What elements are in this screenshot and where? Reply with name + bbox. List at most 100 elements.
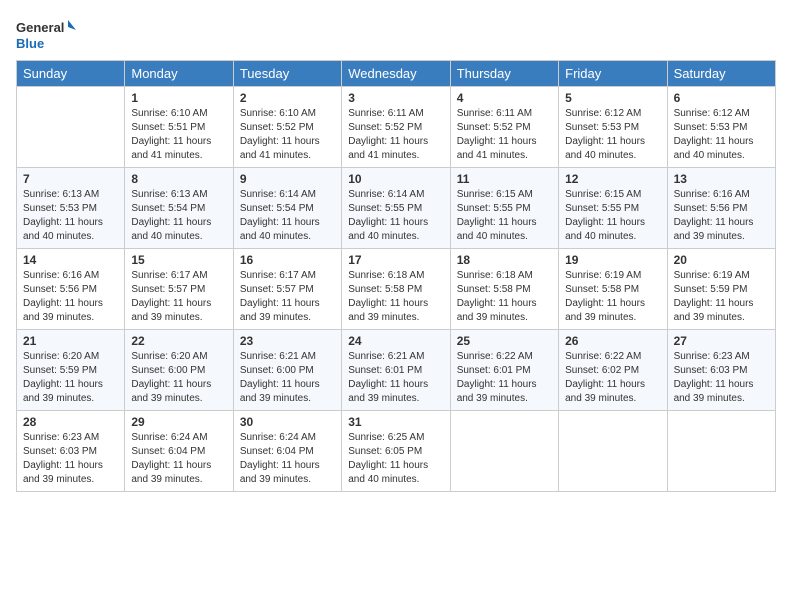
cell-info: Sunrise: 6:15 AM Sunset: 5:55 PM Dayligh… [565,188,660,244]
cell-6: 6 Sunrise: 6:12 AM Sunset: 5:53 PM Dayli… [667,87,775,168]
day-number: 9 [240,172,335,186]
day-number: 26 [565,334,660,348]
sunrise-label: Sunrise: 6:19 AM [565,270,641,281]
cell-3: 3 Sunrise: 6:11 AM Sunset: 5:52 PM Dayli… [342,87,450,168]
logo: General Blue [16,16,76,52]
sunrise-label: Sunrise: 6:22 AM [457,351,533,362]
cell-info: Sunrise: 6:21 AM Sunset: 6:01 PM Dayligh… [348,350,443,406]
day-number: 2 [240,91,335,105]
sunset-label: Sunset: 5:54 PM [240,203,314,214]
cell-info: Sunrise: 6:13 AM Sunset: 5:54 PM Dayligh… [131,188,226,244]
cell-info: Sunrise: 6:20 AM Sunset: 6:00 PM Dayligh… [131,350,226,406]
cell-info: Sunrise: 6:11 AM Sunset: 5:52 PM Dayligh… [348,107,443,163]
svg-text:General: General [16,20,64,35]
day-number: 13 [674,172,769,186]
day-number: 29 [131,415,226,429]
cell-info: Sunrise: 6:16 AM Sunset: 5:56 PM Dayligh… [23,269,118,325]
cell-info: Sunrise: 6:10 AM Sunset: 5:51 PM Dayligh… [131,107,226,163]
sunset-label: Sunset: 5:55 PM [565,203,639,214]
sunrise-label: Sunrise: 6:18 AM [457,270,533,281]
cell-15: 15 Sunrise: 6:17 AM Sunset: 5:57 PM Dayl… [125,249,233,330]
sunrise-label: Sunrise: 6:15 AM [457,189,533,200]
sunset-label: Sunset: 5:59 PM [23,365,97,376]
svg-text:Blue: Blue [16,36,44,51]
cell-1: 1 Sunrise: 6:10 AM Sunset: 5:51 PM Dayli… [125,87,233,168]
day-number: 3 [348,91,443,105]
cell-18: 18 Sunrise: 6:18 AM Sunset: 5:58 PM Dayl… [450,249,558,330]
sunrise-label: Sunrise: 6:24 AM [131,432,207,443]
cell-7: 7 Sunrise: 6:13 AM Sunset: 5:53 PM Dayli… [17,168,125,249]
daylight-label: Daylight: 11 hours and 39 minutes. [457,379,537,404]
sunset-label: Sunset: 5:52 PM [348,122,422,133]
daylight-label: Daylight: 11 hours and 39 minutes. [240,460,320,485]
cell-12: 12 Sunrise: 6:15 AM Sunset: 5:55 PM Dayl… [559,168,667,249]
sunset-label: Sunset: 5:58 PM [457,284,531,295]
cell-5: 5 Sunrise: 6:12 AM Sunset: 5:53 PM Dayli… [559,87,667,168]
cell-info: Sunrise: 6:20 AM Sunset: 5:59 PM Dayligh… [23,350,118,406]
header-row: SundayMondayTuesdayWednesdayThursdayFrid… [17,61,776,87]
sunset-label: Sunset: 5:51 PM [131,122,205,133]
daylight-label: Daylight: 11 hours and 39 minutes. [674,298,754,323]
sunrise-label: Sunrise: 6:16 AM [674,189,750,200]
cell-info: Sunrise: 6:15 AM Sunset: 5:55 PM Dayligh… [457,188,552,244]
daylight-label: Daylight: 11 hours and 41 minutes. [240,136,320,161]
sunrise-label: Sunrise: 6:18 AM [348,270,424,281]
daylight-label: Daylight: 11 hours and 39 minutes. [348,298,428,323]
cell-info: Sunrise: 6:18 AM Sunset: 5:58 PM Dayligh… [457,269,552,325]
page-header: General Blue [16,16,776,52]
cell-11: 11 Sunrise: 6:15 AM Sunset: 5:55 PM Dayl… [450,168,558,249]
cell-22: 22 Sunrise: 6:20 AM Sunset: 6:00 PM Dayl… [125,330,233,411]
cell-27: 27 Sunrise: 6:23 AM Sunset: 6:03 PM Dayl… [667,330,775,411]
day-number: 5 [565,91,660,105]
day-number: 14 [23,253,118,267]
daylight-label: Daylight: 11 hours and 40 minutes. [565,136,645,161]
cell-info: Sunrise: 6:16 AM Sunset: 5:56 PM Dayligh… [674,188,769,244]
cell-14: 14 Sunrise: 6:16 AM Sunset: 5:56 PM Dayl… [17,249,125,330]
daylight-label: Daylight: 11 hours and 39 minutes. [674,217,754,242]
daylight-label: Daylight: 11 hours and 39 minutes. [131,298,211,323]
cell-23: 23 Sunrise: 6:21 AM Sunset: 6:00 PM Dayl… [233,330,341,411]
sunset-label: Sunset: 6:04 PM [240,446,314,457]
cell-info: Sunrise: 6:17 AM Sunset: 5:57 PM Dayligh… [131,269,226,325]
day-number: 8 [131,172,226,186]
sunset-label: Sunset: 5:53 PM [565,122,639,133]
cell-info: Sunrise: 6:24 AM Sunset: 6:04 PM Dayligh… [131,431,226,487]
cell-info: Sunrise: 6:22 AM Sunset: 6:01 PM Dayligh… [457,350,552,406]
day-number: 4 [457,91,552,105]
cell-empty [17,87,125,168]
cell-24: 24 Sunrise: 6:21 AM Sunset: 6:01 PM Dayl… [342,330,450,411]
cell-info: Sunrise: 6:12 AM Sunset: 5:53 PM Dayligh… [565,107,660,163]
sunset-label: Sunset: 6:00 PM [131,365,205,376]
day-number: 28 [23,415,118,429]
daylight-label: Daylight: 11 hours and 41 minutes. [131,136,211,161]
sunrise-label: Sunrise: 6:14 AM [348,189,424,200]
sunset-label: Sunset: 6:01 PM [348,365,422,376]
daylight-label: Daylight: 11 hours and 39 minutes. [565,298,645,323]
cell-info: Sunrise: 6:18 AM Sunset: 5:58 PM Dayligh… [348,269,443,325]
day-number: 20 [674,253,769,267]
sunrise-label: Sunrise: 6:10 AM [240,108,316,119]
cell-info: Sunrise: 6:19 AM Sunset: 5:58 PM Dayligh… [565,269,660,325]
cell-21: 21 Sunrise: 6:20 AM Sunset: 5:59 PM Dayl… [17,330,125,411]
cell-info: Sunrise: 6:12 AM Sunset: 5:53 PM Dayligh… [674,107,769,163]
sunset-label: Sunset: 5:58 PM [565,284,639,295]
week-row-1: 1 Sunrise: 6:10 AM Sunset: 5:51 PM Dayli… [17,87,776,168]
cell-info: Sunrise: 6:24 AM Sunset: 6:04 PM Dayligh… [240,431,335,487]
cell-16: 16 Sunrise: 6:17 AM Sunset: 5:57 PM Dayl… [233,249,341,330]
logo-svg: General Blue [16,16,76,52]
daylight-label: Daylight: 11 hours and 39 minutes. [23,379,103,404]
day-number: 22 [131,334,226,348]
cell-info: Sunrise: 6:17 AM Sunset: 5:57 PM Dayligh… [240,269,335,325]
sunrise-label: Sunrise: 6:19 AM [674,270,750,281]
cell-info: Sunrise: 6:25 AM Sunset: 6:05 PM Dayligh… [348,431,443,487]
cell-empty [559,411,667,492]
cell-info: Sunrise: 6:13 AM Sunset: 5:53 PM Dayligh… [23,188,118,244]
day-number: 18 [457,253,552,267]
cell-info: Sunrise: 6:21 AM Sunset: 6:00 PM Dayligh… [240,350,335,406]
day-number: 12 [565,172,660,186]
cell-26: 26 Sunrise: 6:22 AM Sunset: 6:02 PM Dayl… [559,330,667,411]
cell-info: Sunrise: 6:19 AM Sunset: 5:59 PM Dayligh… [674,269,769,325]
sunrise-label: Sunrise: 6:11 AM [457,108,532,119]
sunset-label: Sunset: 6:01 PM [457,365,531,376]
week-row-3: 14 Sunrise: 6:16 AM Sunset: 5:56 PM Dayl… [17,249,776,330]
